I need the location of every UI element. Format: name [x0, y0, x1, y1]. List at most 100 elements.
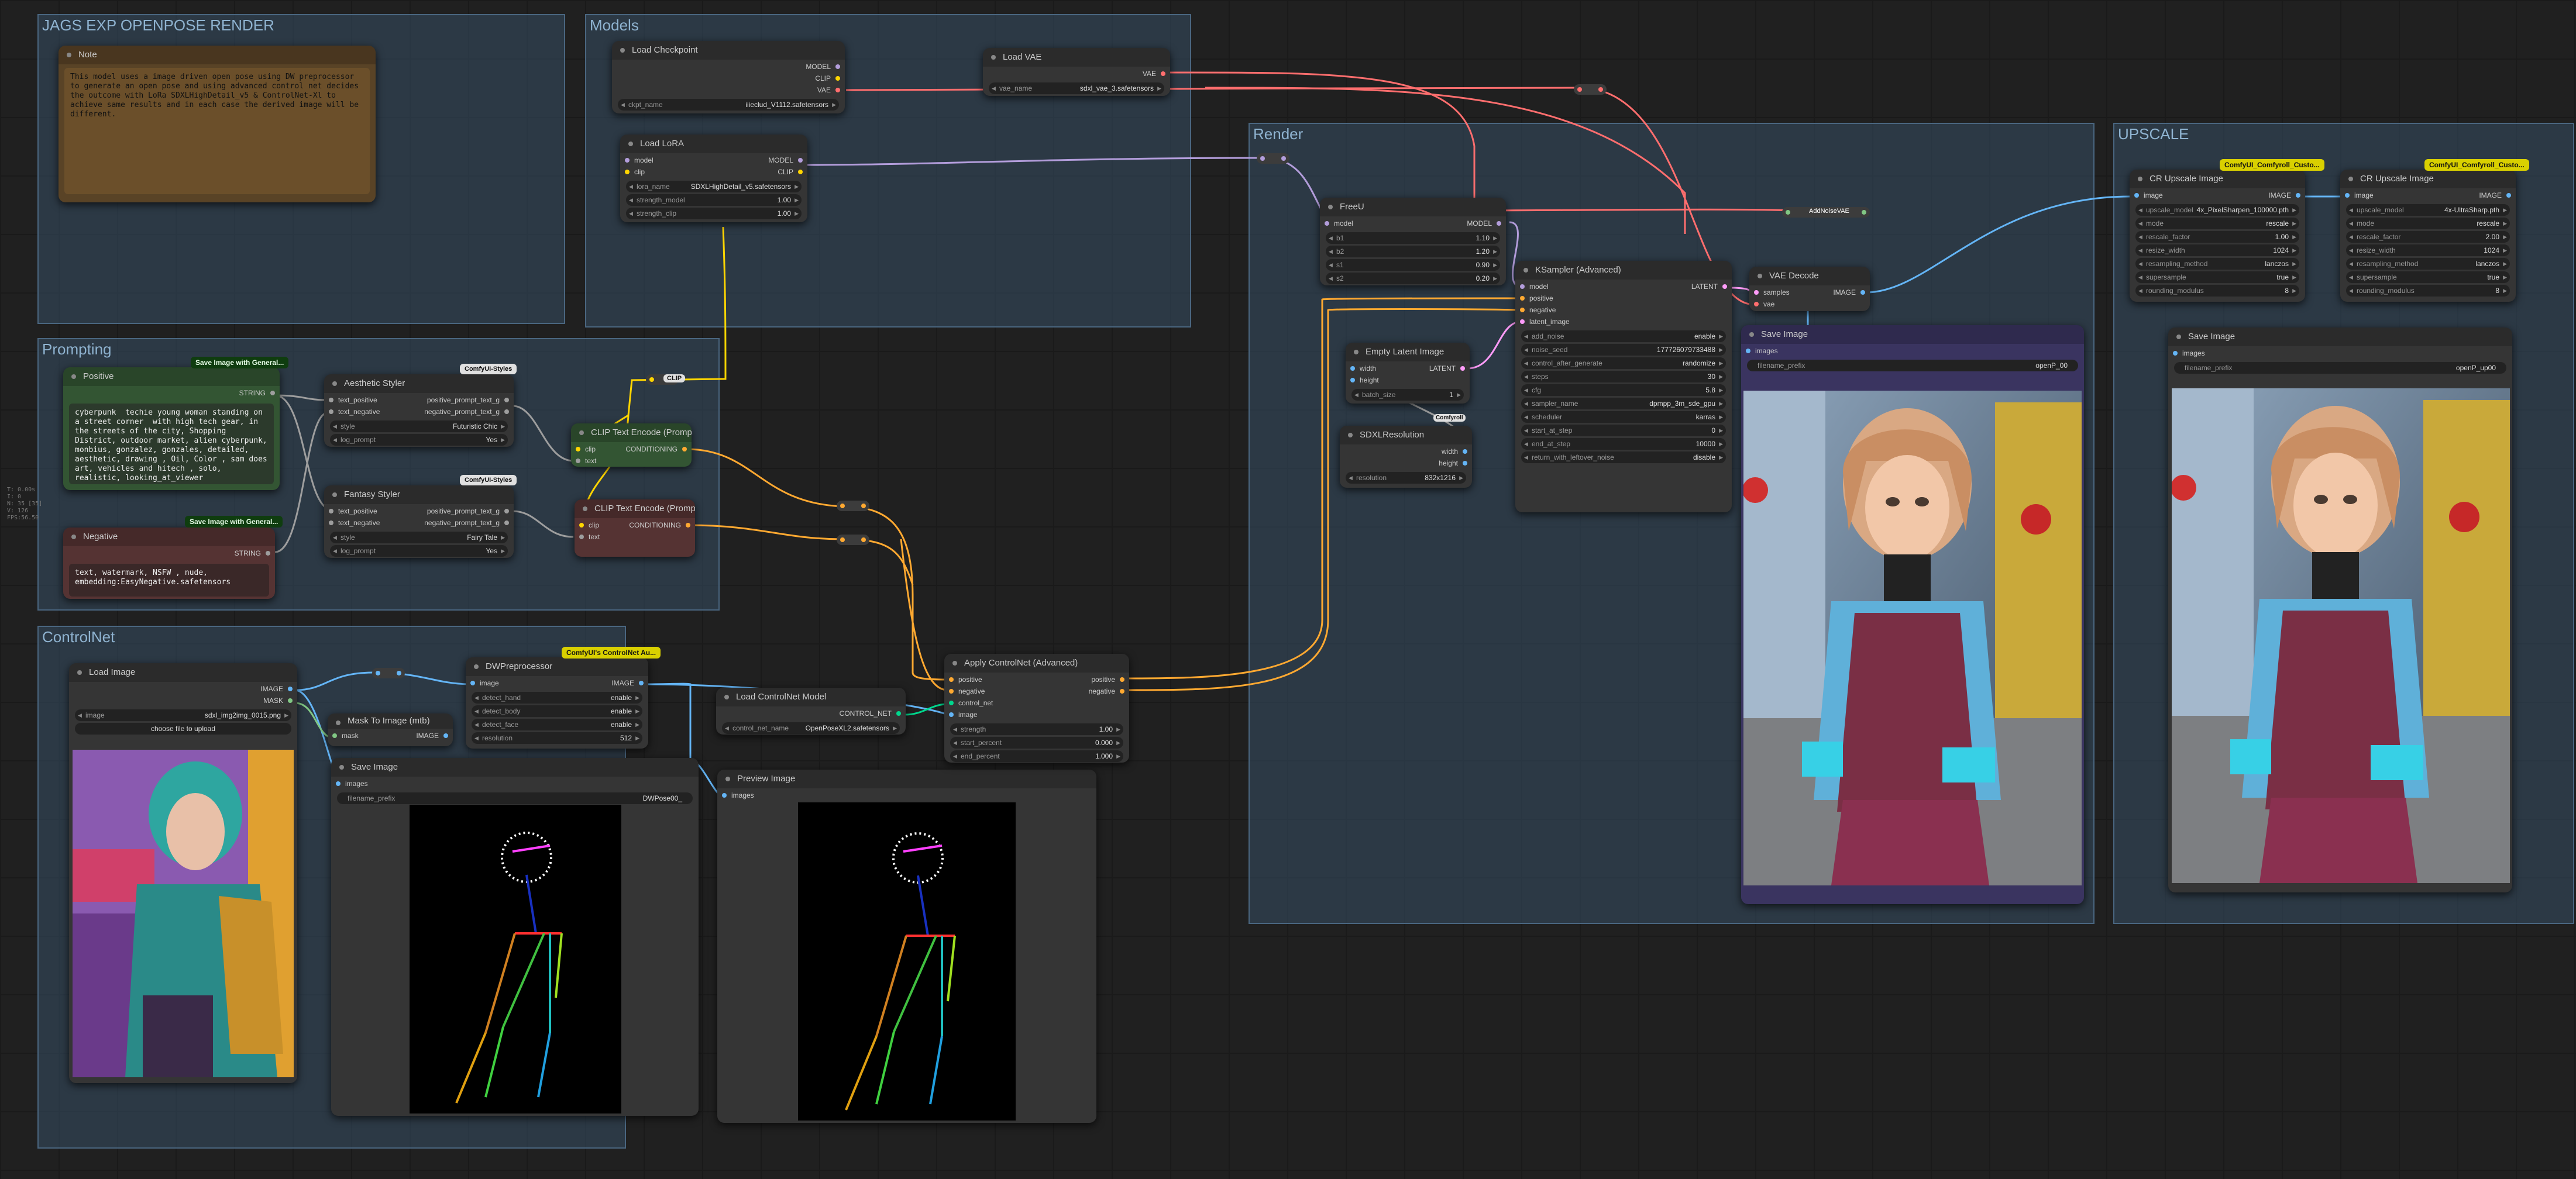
reroute-cond-pos[interactable]	[837, 501, 869, 511]
node-load-vae[interactable]: Load VAE VAE vae_name sdxl_vae_3.safetens…	[983, 48, 1170, 96]
widget-strength[interactable]: strength 1.00	[950, 723, 1123, 735]
node-load-image[interactable]: Load Image IMAGE MASK image sdxl_img2img_…	[69, 663, 297, 1083]
node-empty-latent[interactable]: Empty Latent Image widthheight LATENT ba…	[1346, 343, 1470, 404]
node-note[interactable]: Note This model uses a image driven open…	[59, 46, 376, 202]
output-negative-prompt[interactable]: negative_prompt_text_g	[424, 406, 514, 418]
pose-preview-image[interactable]	[798, 802, 1016, 1121]
node-load-checkpoint[interactable]: Load Checkpoint MODEL CLIP VAE ckpt_name…	[612, 41, 845, 113]
widget-upscale-model[interactable]: upscale_model 4x-UltraSharp.pth	[2346, 204, 2510, 216]
input-images[interactable]: images	[2168, 347, 2512, 359]
input-text-positive[interactable]: text_positive	[324, 505, 380, 517]
widget-sampler-name[interactable]: sampler_name dpmpp_3m_sde_gpu	[1521, 398, 1726, 409]
input-clip[interactable]: clip	[571, 443, 596, 455]
node-aesthetic-styler[interactable]: Aesthetic Styler text_positive text_negat…	[324, 374, 514, 447]
reroute-addnoise[interactable]: AddNoiseVAE	[1782, 207, 1870, 218]
input-images[interactable]: images	[717, 790, 1096, 801]
node-negative[interactable]: Negative STRING text, watermark, NSFW , …	[63, 528, 275, 599]
input-text[interactable]: text	[575, 531, 600, 543]
widget-resampling-method[interactable]: resampling_method lanczos	[2346, 258, 2510, 270]
widget-rounding-modulus[interactable]: rounding_modulus 8	[2135, 285, 2299, 297]
node-save-image-upscale[interactable]: Save Image images filename_prefix openP_u…	[2168, 328, 2512, 892]
widget-start-at-step[interactable]: start_at_step 0	[1521, 425, 1726, 436]
output-conditioning[interactable]: CONDITIONING	[625, 443, 692, 455]
node-fantasy-styler[interactable]: Fantasy Styler text_positive text_negativ…	[324, 485, 514, 558]
input-model[interactable]: model	[1515, 281, 1570, 292]
widget-end-at-step[interactable]: end_at_step 10000	[1521, 438, 1726, 450]
widget-filename-prefix[interactable]: filename_prefix openP_00	[1747, 360, 2078, 371]
node-mask-to-image[interactable]: Mask To Image (mtb) mask IMAGE	[328, 713, 453, 746]
widget-end-percent[interactable]: end_percent 1.000	[950, 750, 1123, 762]
widget-s1[interactable]: s1 0.90	[1326, 259, 1500, 271]
node-clip-text-encode-positive[interactable]: CLIP Text Encode (Prompt) clip text CONDI…	[571, 423, 692, 467]
widget-scheduler[interactable]: scheduler karras	[1521, 411, 1726, 423]
output-height[interactable]: height	[1340, 457, 1472, 469]
output-latent[interactable]: LATENT	[1429, 363, 1470, 374]
node-preview-image[interactable]: Preview Image images	[717, 770, 1096, 1123]
node-positive[interactable]: Positive STRING cyberpunk techie young w…	[63, 367, 280, 490]
input-vae[interactable]: vae	[1749, 298, 1790, 310]
reroute-cond-neg[interactable]	[837, 535, 869, 545]
upscaled-output-image[interactable]	[2172, 388, 2510, 883]
output-image[interactable]: IMAGE	[1833, 287, 1870, 298]
output-image[interactable]: IMAGE	[2268, 189, 2305, 201]
widget-ckpt-name[interactable]: ckpt_name iiieclud_V1112.safetensors	[618, 99, 839, 111]
output-negative-prompt[interactable]: negative_prompt_text_g	[424, 517, 514, 529]
rendered-output-image[interactable]	[1743, 391, 2082, 885]
output-model[interactable]: MODEL	[768, 154, 807, 166]
input-control-net[interactable]: control_net	[944, 697, 993, 709]
widget-s2[interactable]: s2 0.20	[1326, 273, 1500, 284]
output-string[interactable]: STRING	[63, 387, 280, 399]
widget-resize-width[interactable]: resize_width 1024	[2135, 244, 2299, 256]
negative-prompt-text[interactable]: text, watermark, NSFW , nude, embedding:…	[69, 564, 269, 597]
widget-return-with-leftover-noise[interactable]: return_with_leftover_noise disable	[1521, 451, 1726, 463]
widget-detect-hand[interactable]: detect_hand enable	[472, 692, 642, 704]
node-apply-controlnet[interactable]: Apply ControlNet (Advanced) positive neg…	[944, 654, 1129, 763]
widget-vae-name[interactable]: vae_name sdxl_vae_3.safetensors	[989, 82, 1164, 94]
output-image[interactable]: IMAGE	[69, 683, 297, 695]
input-clip[interactable]: clip	[620, 166, 654, 178]
widget-add-noise[interactable]: add_noise enable	[1521, 330, 1726, 342]
output-model[interactable]: MODEL	[612, 61, 845, 73]
widget-resampling-method[interactable]: resampling_method lanczos	[2135, 258, 2299, 270]
widget-control-after-generate[interactable]: control_after_generate randomize	[1521, 357, 1726, 369]
input-model[interactable]: model	[620, 154, 654, 166]
output-latent[interactable]: LATENT	[1691, 281, 1732, 292]
input-height[interactable]: height	[1346, 374, 1379, 386]
widget-resolution[interactable]: resolution 832x1216	[1346, 472, 1466, 484]
node-save-image-pose[interactable]: Save Image images filename_prefix DWPose0…	[331, 758, 699, 1116]
widget-style[interactable]: style Futuristic Chic	[330, 420, 508, 432]
node-canvas[interactable]: JAGS EXP OPENPOSE RENDER Models Promptin…	[0, 0, 2576, 1179]
input-source-image[interactable]	[73, 750, 294, 1077]
widget-detect-face[interactable]: detect_face enable	[472, 719, 642, 730]
input-latent-image[interactable]: latent_image	[1515, 316, 1570, 328]
node-freeu[interactable]: FreeU model MODEL b1 1.10 b2 1.20 s1 0.90 s…	[1320, 198, 1506, 285]
widget-b2[interactable]: b2 1.20	[1326, 246, 1500, 257]
note-text[interactable]: This model uses a image driven open pose…	[64, 68, 370, 194]
input-text-negative[interactable]: text_negative	[324, 406, 380, 418]
node-save-image-render[interactable]: Save Image images filename_prefix openP_0…	[1741, 325, 2084, 904]
output-string[interactable]: STRING	[63, 547, 275, 559]
node-cr-upscale-image-1[interactable]: CR Upscale Image image IMAGE upscale_mod…	[2130, 170, 2305, 302]
output-vae[interactable]: VAE	[983, 68, 1170, 80]
input-image[interactable]: image	[944, 709, 993, 720]
output-conditioning[interactable]: CONDITIONING	[629, 519, 695, 531]
node-vae-decode[interactable]: VAE Decode samples vae IMAGE	[1749, 267, 1870, 311]
output-positive[interactable]: positive	[1089, 674, 1129, 685]
widget-cfg[interactable]: cfg 5.8	[1521, 384, 1726, 396]
widget-steps[interactable]: steps 30	[1521, 371, 1726, 382]
input-model[interactable]: model	[1320, 218, 1353, 229]
widget-strength-clip[interactable]: strength_clip 1.00	[626, 208, 802, 219]
node-ksampler-advanced[interactable]: KSampler (Advanced) model positive negat…	[1515, 261, 1732, 512]
output-model[interactable]: MODEL	[1467, 218, 1506, 229]
output-image[interactable]: IMAGE	[2479, 189, 2516, 201]
widget-rescale-factor[interactable]: rescale_factor 1.00	[2135, 231, 2299, 243]
input-image[interactable]: image	[466, 677, 499, 689]
widget-image[interactable]: image sdxl_img2img_0015.png	[75, 709, 291, 721]
widget-resize-width[interactable]: resize_width 1024	[2346, 244, 2510, 256]
input-positive[interactable]: positive	[1515, 292, 1570, 304]
input-image[interactable]: image	[2130, 189, 2163, 201]
output-mask[interactable]: MASK	[69, 695, 297, 706]
node-cr-upscale-image-2[interactable]: CR Upscale Image image IMAGE upscale_mod…	[2340, 170, 2516, 302]
input-positive[interactable]: positive	[944, 674, 993, 685]
widget-b1[interactable]: b1 1.10	[1326, 232, 1500, 244]
